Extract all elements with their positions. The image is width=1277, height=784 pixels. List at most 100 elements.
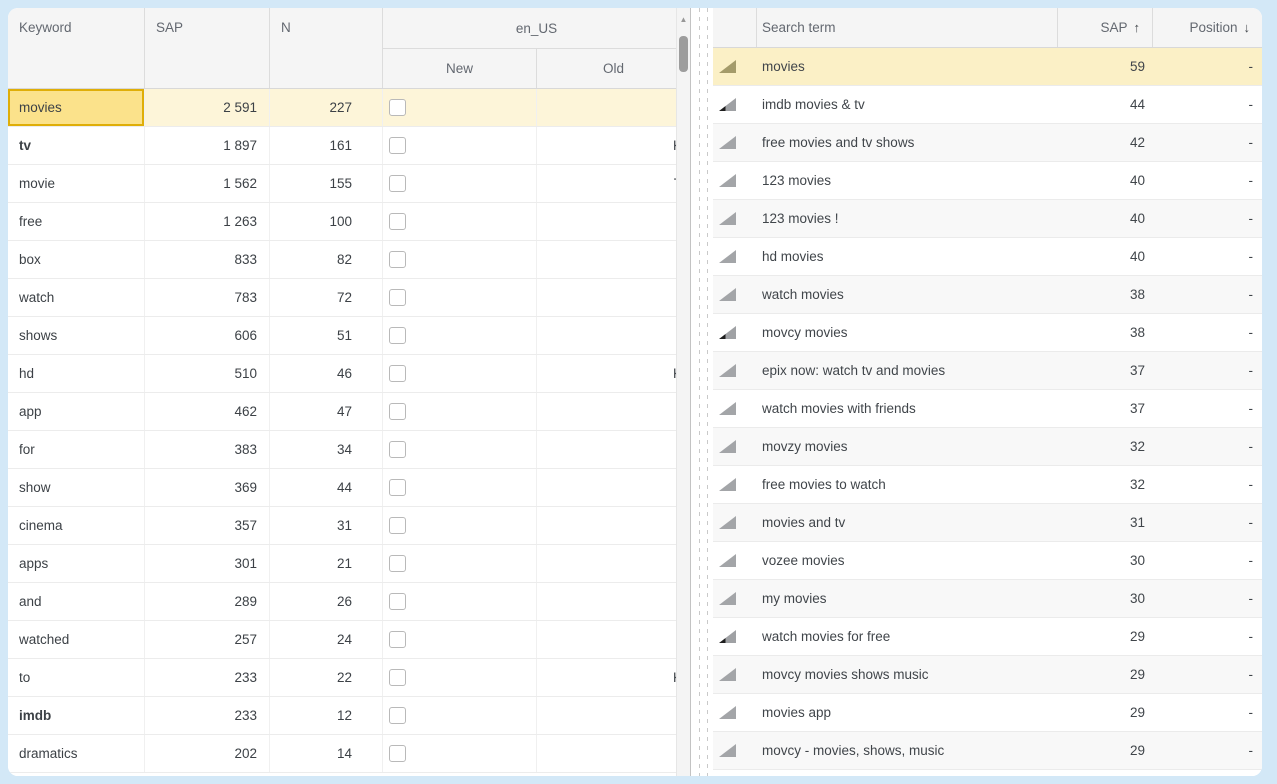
search-term-row[interactable]: movies and tv31- bbox=[713, 504, 1262, 542]
row-checkbox[interactable] bbox=[389, 517, 406, 534]
left-panel-scrollbar[interactable]: ▲ bbox=[676, 8, 690, 776]
row-checkbox[interactable] bbox=[389, 251, 406, 268]
row-checkbox[interactable] bbox=[389, 593, 406, 610]
column-header-sap-sort[interactable]: SAP ↑ bbox=[1058, 8, 1153, 47]
column-header-new[interactable]: New bbox=[383, 49, 537, 88]
row-checkbox[interactable] bbox=[389, 441, 406, 458]
old-cell bbox=[537, 317, 690, 354]
row-checkbox[interactable] bbox=[389, 745, 406, 762]
search-term-row[interactable]: my movies30- bbox=[713, 580, 1262, 618]
search-term-row[interactable]: watch movies with friends37- bbox=[713, 390, 1262, 428]
search-term-row[interactable]: 123 movies40- bbox=[713, 162, 1262, 200]
keyword-row[interactable]: watch78372 bbox=[8, 279, 690, 317]
keyword-cell[interactable]: for bbox=[8, 431, 145, 468]
search-term-row[interactable]: 123 movies !40- bbox=[713, 200, 1262, 238]
keyword-cell[interactable]: hd bbox=[8, 355, 145, 392]
keyword-cell[interactable]: cinema bbox=[8, 507, 145, 544]
scroll-up-icon[interactable]: ▲ bbox=[677, 8, 690, 24]
keyword-row[interactable]: hd51046K bbox=[8, 355, 690, 393]
search-term-row[interactable]: epix now: watch tv and movies37- bbox=[713, 352, 1262, 390]
keyword-cell[interactable]: free bbox=[8, 203, 145, 240]
keyword-cell[interactable]: app bbox=[8, 393, 145, 430]
keyword-cell[interactable]: imdb bbox=[8, 697, 145, 734]
keyword-row[interactable]: to23322K bbox=[8, 659, 690, 697]
column-header-keyword[interactable]: Keyword bbox=[8, 8, 145, 88]
row-checkbox[interactable] bbox=[389, 403, 406, 420]
column-header-n[interactable]: N bbox=[270, 8, 383, 88]
search-term-row[interactable]: watch movies for free29- bbox=[713, 618, 1262, 656]
row-checkbox[interactable] bbox=[389, 669, 406, 686]
keyword-cell[interactable]: tv bbox=[8, 127, 145, 164]
row-checkbox[interactable] bbox=[389, 479, 406, 496]
scrollbar-thumb[interactable] bbox=[679, 36, 688, 72]
keyword-row[interactable]: movie1 562155T bbox=[8, 165, 690, 203]
keyword-cell[interactable]: box bbox=[8, 241, 145, 278]
row-checkbox[interactable] bbox=[389, 213, 406, 230]
search-term-row[interactable]: imdb movies & tv44- bbox=[713, 86, 1262, 124]
row-checkbox[interactable] bbox=[389, 365, 406, 382]
row-checkbox[interactable] bbox=[389, 707, 406, 724]
search-term-row[interactable]: movcy movies shows music29- bbox=[713, 656, 1262, 694]
keyword-row[interactable]: show36944 bbox=[8, 469, 690, 507]
trend-icon-cell bbox=[713, 48, 757, 85]
keyword-row[interactable]: apps30121 bbox=[8, 545, 690, 583]
triangle-gray-icon bbox=[719, 250, 736, 263]
sap-value-cell: 31 bbox=[1058, 504, 1153, 541]
row-checkbox[interactable] bbox=[389, 555, 406, 572]
keyword-row[interactable]: watched25724 bbox=[8, 621, 690, 659]
n-cell: 12 bbox=[270, 697, 383, 734]
keywords-table-body: movies2 591227tv1 897161Kmovie1 562155Tf… bbox=[8, 89, 690, 776]
column-header-old[interactable]: Old bbox=[537, 49, 690, 88]
row-checkbox[interactable] bbox=[389, 289, 406, 306]
row-checkbox[interactable] bbox=[389, 175, 406, 192]
keyword-row[interactable]: tv1 897161K bbox=[8, 127, 690, 165]
keyword-row[interactable]: and28926 bbox=[8, 583, 690, 621]
keyword-row[interactable]: app46247 bbox=[8, 393, 690, 431]
keyword-cell[interactable]: watch bbox=[8, 279, 145, 316]
keyword-row[interactable]: dramatics20214 bbox=[8, 735, 690, 773]
keyword-row[interactable]: cinema35731 bbox=[8, 507, 690, 545]
search-term-row[interactable]: movzy movies32- bbox=[713, 428, 1262, 466]
position-value-cell: - bbox=[1153, 124, 1262, 161]
row-checkbox[interactable] bbox=[389, 99, 406, 116]
keyword-cell[interactable]: dramatics bbox=[8, 735, 145, 772]
n-cell: 44 bbox=[270, 469, 383, 506]
column-header-position-sort[interactable]: Position ↓ bbox=[1153, 8, 1262, 47]
row-checkbox[interactable] bbox=[389, 631, 406, 648]
search-term-row[interactable]: movcy - movies, shows, music29- bbox=[713, 732, 1262, 770]
search-term-row[interactable]: free movies to watch32- bbox=[713, 466, 1262, 504]
keyword-cell[interactable]: show bbox=[8, 469, 145, 506]
triangle-gray-icon bbox=[719, 706, 736, 719]
column-header-search-term[interactable]: Search term bbox=[757, 8, 1058, 47]
panel-splitter[interactable] bbox=[691, 8, 713, 776]
keyword-row[interactable]: free1 263100 bbox=[8, 203, 690, 241]
column-header-en-us[interactable]: en_US bbox=[383, 8, 690, 49]
keyword-cell[interactable]: to bbox=[8, 659, 145, 696]
search-term-row[interactable]: vozee movies30- bbox=[713, 542, 1262, 580]
keywords-table-panel: Keyword SAP N en_US New Old movies2 5912… bbox=[8, 8, 691, 776]
keyword-cell[interactable]: watched bbox=[8, 621, 145, 658]
keyword-row[interactable]: imdb23312 bbox=[8, 697, 690, 735]
keyword-cell[interactable]: apps bbox=[8, 545, 145, 582]
keyword-row[interactable]: for38334 bbox=[8, 431, 690, 469]
keyword-cell[interactable]: and bbox=[8, 583, 145, 620]
search-term-row[interactable]: free movies and tv shows42- bbox=[713, 124, 1262, 162]
triangle-gray-icon bbox=[719, 136, 736, 149]
search-term-row[interactable]: hd movies40- bbox=[713, 238, 1262, 276]
column-header-sap[interactable]: SAP bbox=[145, 8, 270, 88]
keyword-row[interactable]: shows60651 bbox=[8, 317, 690, 355]
search-term-row[interactable]: watch movies38- bbox=[713, 276, 1262, 314]
keyword-cell[interactable]: movies bbox=[8, 89, 145, 126]
row-checkbox[interactable] bbox=[389, 137, 406, 154]
position-value-cell: - bbox=[1153, 86, 1262, 123]
search-term-row[interactable]: movies59- bbox=[713, 48, 1262, 86]
triangle-gray-icon bbox=[719, 174, 736, 187]
search-term-row[interactable]: movcy movies38- bbox=[713, 314, 1262, 352]
row-checkbox[interactable] bbox=[389, 327, 406, 344]
keyword-row[interactable]: box83382 bbox=[8, 241, 690, 279]
sap-cell: 1 562 bbox=[145, 165, 270, 202]
search-term-row[interactable]: movies app29- bbox=[713, 694, 1262, 732]
keyword-row[interactable]: movies2 591227 bbox=[8, 89, 690, 127]
keyword-cell[interactable]: shows bbox=[8, 317, 145, 354]
keyword-cell[interactable]: movie bbox=[8, 165, 145, 202]
